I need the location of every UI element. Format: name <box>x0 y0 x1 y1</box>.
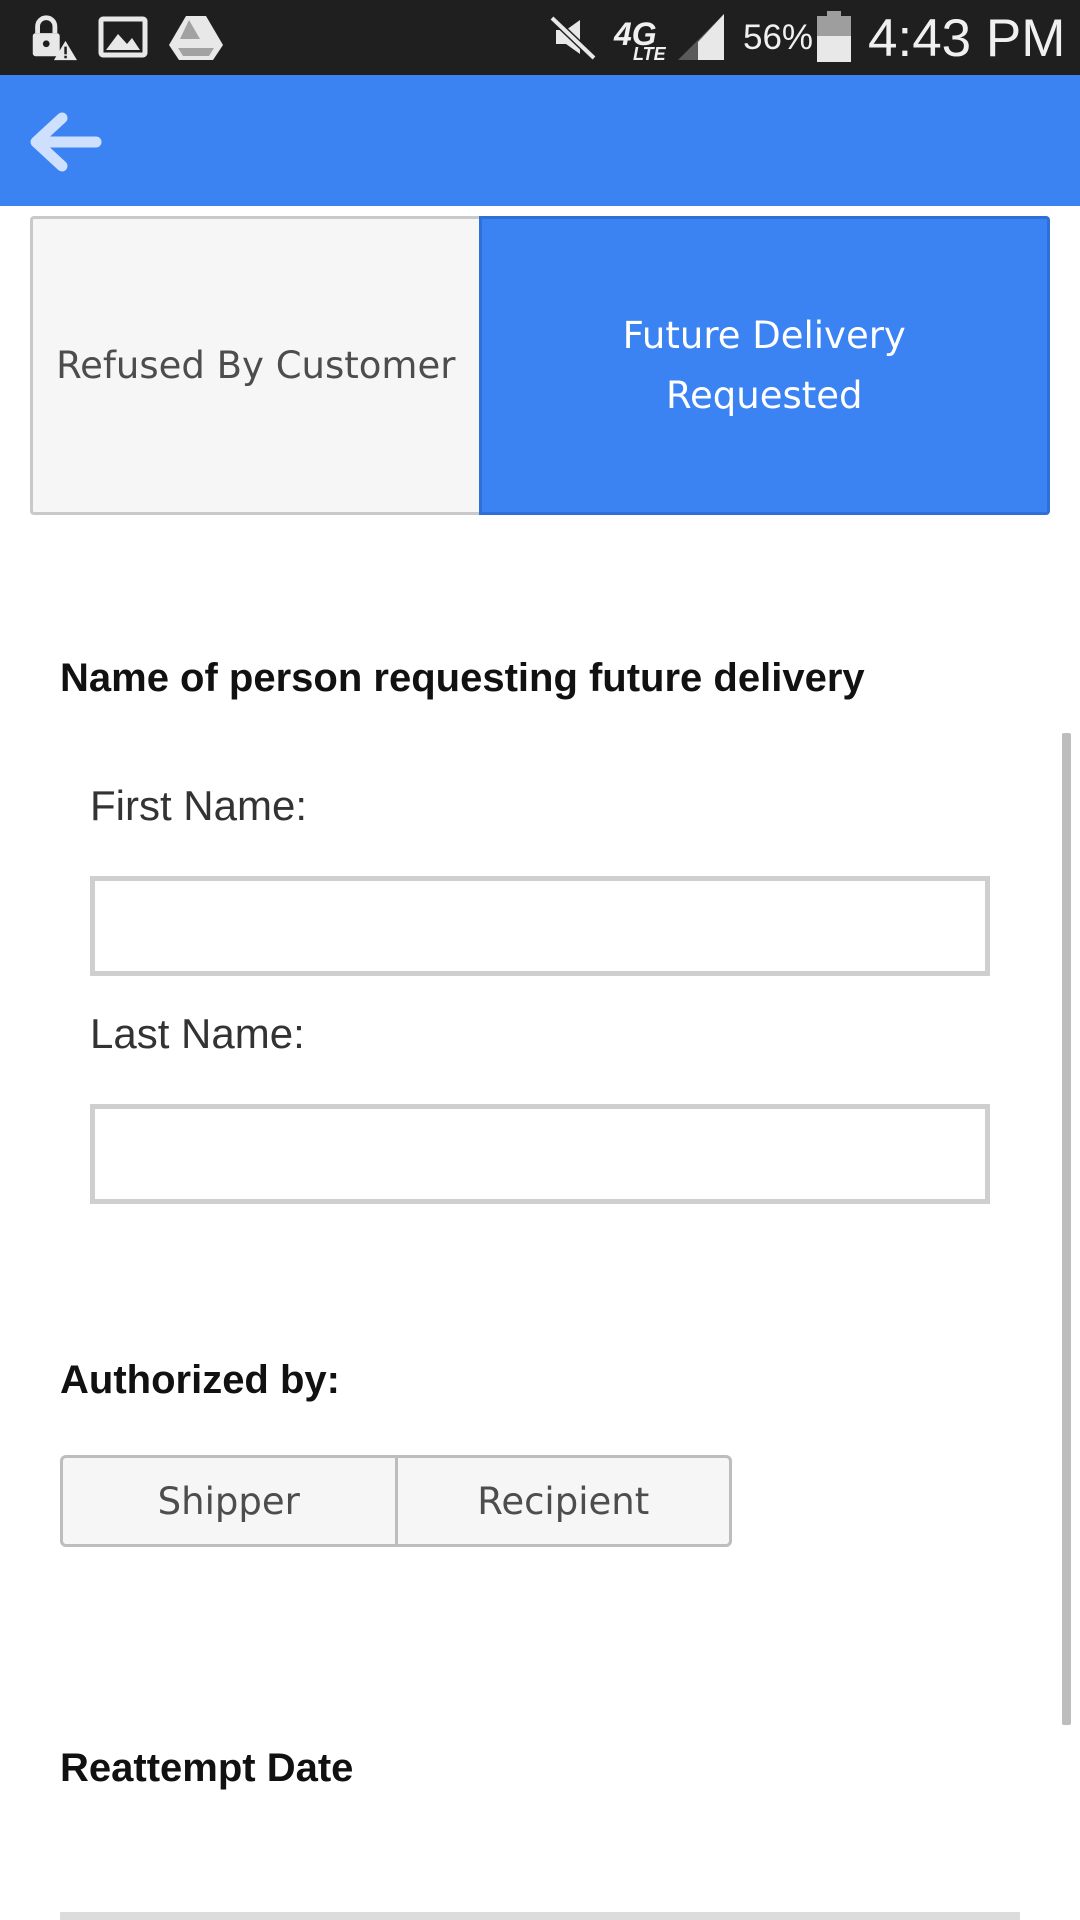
last-name-input[interactable] <box>90 1104 990 1204</box>
future-delivery-requested-button[interactable]: Future Delivery Requested <box>478 216 1050 515</box>
requester-section-title: Name of person requesting future deliver… <box>60 656 865 700</box>
last-name-label: Last Name: <box>90 1010 305 1057</box>
first-name-input[interactable] <box>90 876 990 976</box>
image-icon <box>98 16 148 58</box>
first-name-label: First Name: <box>90 782 308 829</box>
authorized-by-title: Authorized by: <box>60 1358 340 1402</box>
status-bar: 4G LTE 56% 4:43 PM <box>0 0 1080 75</box>
mute-icon <box>549 15 597 61</box>
clock: 4:43 PM <box>868 9 1066 68</box>
recipient-button[interactable]: Recipient <box>398 1458 730 1544</box>
battery-percent: 56% <box>743 18 814 57</box>
reattempt-date-input[interactable] <box>60 1912 1020 1920</box>
authorized-by-selector: Shipper Recipient <box>60 1455 732 1547</box>
shipper-button[interactable]: Shipper <box>63 1458 398 1544</box>
app-screen: 4G LTE 56% 4:43 PM Refused By Customer F… <box>0 0 1080 1920</box>
refused-by-customer-button[interactable]: Refused By Customer <box>30 216 479 515</box>
reattempt-date-title: Reattempt Date <box>60 1746 354 1790</box>
drive-icon <box>169 16 223 60</box>
network-subtype: LTE <box>633 44 666 64</box>
back-button[interactable] <box>20 97 110 187</box>
reason-selector: Refused By Customer Future Delivery Requ… <box>30 216 1050 515</box>
app-bar <box>0 75 1080 206</box>
lock-warning-icon <box>32 15 77 61</box>
back-arrow-icon <box>30 112 102 172</box>
battery-icon <box>817 11 851 62</box>
signal-icon <box>678 14 724 60</box>
scrollbar[interactable] <box>1062 733 1071 1725</box>
